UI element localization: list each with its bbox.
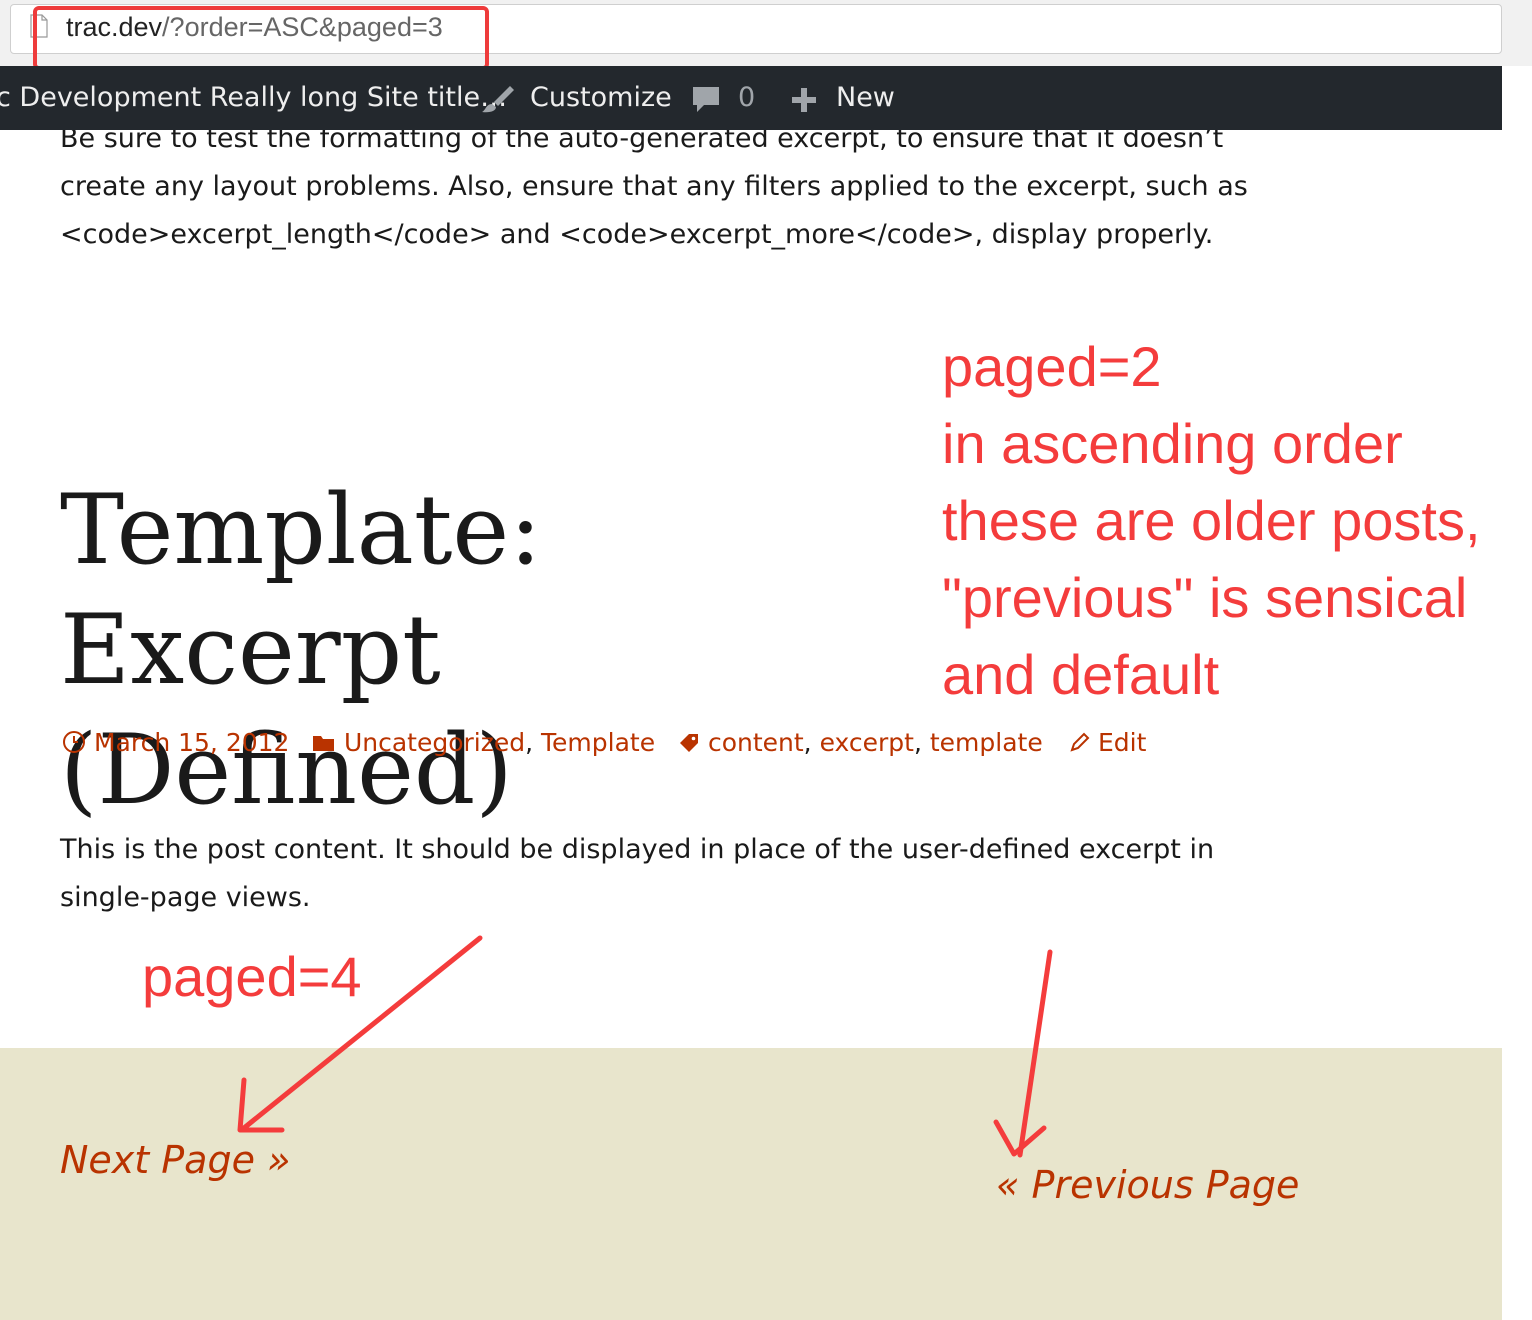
arrow-to-previous — [1017, 949, 1053, 1158]
annotation-arrows — [237, 935, 1053, 1158]
arrow-to-next — [241, 935, 483, 1131]
